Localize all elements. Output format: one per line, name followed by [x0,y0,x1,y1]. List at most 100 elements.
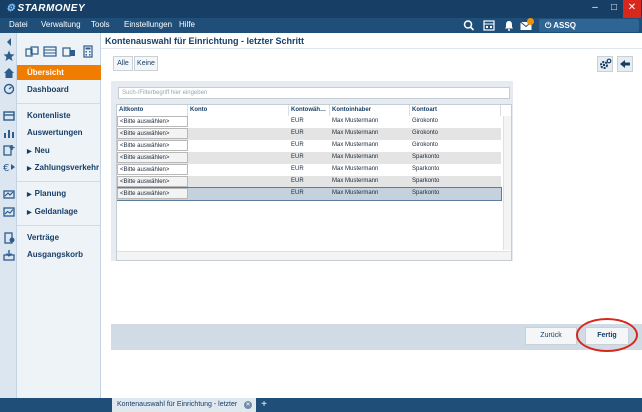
select-all-button[interactable]: Alle [113,56,133,71]
currency-cell: EUR [291,142,304,148]
nav-item-dashboard[interactable]: Dashboard [17,82,101,97]
currency-cell: EUR [291,178,304,184]
add-tab-button[interactable]: + [258,398,270,412]
star-icon[interactable] [3,50,15,62]
accounts-table: Altkonto Konto Kontowäh… Kontoinhaber Ko… [116,104,512,261]
account-type-cell: Sparkonto [412,190,440,196]
bell-icon[interactable] [502,19,516,32]
app-logo: ⚙ STARMONEY [6,3,86,14]
minimize-button[interactable]: – [586,0,604,18]
altkonto-select[interactable]: <Bitte auswählen> [117,188,188,199]
nav-item-zahlungsverkehr[interactable]: ▶ Zahlungsverkehr [17,160,101,175]
altkonto-select[interactable]: <Bitte auswählen> [117,152,188,163]
main-content: Kontenauswahl für Einrichtung - letzter … [101,33,642,398]
calculator-icon[interactable] [81,45,95,58]
navigation-panel: Übersicht Dashboard Kontenliste Auswertu… [17,33,101,398]
back-button[interactable]: Zurück [525,327,577,345]
select-none-button[interactable]: Keine [134,56,158,71]
account-type-cell: Girokonto [412,142,439,148]
nav-item-planung[interactable]: ▶ Planung [17,186,101,201]
search-input[interactable]: Such-/Filterbegriff hier eingeben [118,87,510,99]
outbox-icon[interactable] [3,249,15,261]
owner-cell: Max Mustermann [332,130,379,136]
account-list-icon[interactable] [3,110,15,122]
altkonto-select[interactable]: <Bitte auswählen> [117,176,188,187]
title-bar: ⚙ STARMONEY – □ ✕ [0,0,642,18]
home-icon[interactable] [3,67,15,79]
transfer-icon[interactable]: € [3,161,15,173]
konto-cell [189,164,289,176]
nav-divider [17,103,101,104]
bar-chart-icon[interactable] [3,127,15,139]
maximize-button[interactable]: □ [605,0,623,18]
table-row[interactable]: <Bitte auswählen> EUR Max Mustermann Spa… [117,176,501,188]
nav-item-vertraege[interactable]: Verträge [17,230,101,245]
table-row[interactable]: <Bitte auswählen> EUR Max Mustermann Gir… [117,128,501,140]
back-arrow-button[interactable] [617,56,633,72]
collapse-arrow-icon[interactable] [3,36,15,48]
user-menu[interactable]: ⏻ ASSQ [539,19,639,32]
close-window-button[interactable]: ✕ [623,0,641,18]
nav-item-neu[interactable]: ▶ Neu [17,143,101,158]
nav-item-ausgangskorb[interactable]: Ausgangskorb [17,247,101,262]
horizontal-scrollbar[interactable] [117,251,511,260]
account-type-cell: Sparkonto [412,154,440,160]
table-row[interactable]: <Bitte auswählen> EUR Max Mustermann Spa… [117,164,501,176]
table-row[interactable]: <Bitte auswählen> EUR Max Mustermann Gir… [117,140,501,152]
title-divider [101,48,642,49]
notification-badge [527,18,534,25]
altkonto-select[interactable]: <Bitte auswählen> [117,140,188,151]
nav-item-kontenliste[interactable]: Kontenliste [17,108,101,123]
planning-icon[interactable] [3,188,15,200]
column-header-kontoart[interactable]: Kontoart [410,105,501,116]
new-item-icon[interactable] [3,144,15,156]
currency-cell: EUR [291,166,304,172]
svg-text:€: € [3,163,9,173]
calendar-icon[interactable] [482,19,496,32]
konto-cell [189,140,289,152]
nav-item-auswertungen[interactable]: Auswertungen [17,125,101,140]
table-row[interactable]: <Bitte auswählen> EUR Max Mustermann Gir… [117,116,501,128]
list-tool-icon[interactable] [43,45,57,58]
owner-cell: Max Mustermann [332,118,379,124]
table-row[interactable]: <Bitte auswählen> EUR Max Mustermann Spa… [117,152,501,164]
konto-cell [189,116,289,128]
nav-item-uebersicht[interactable]: Übersicht [17,65,101,80]
table-row-selected[interactable]: <Bitte auswählen> EUR Max Mustermann Spa… [117,187,502,201]
currency-cell: EUR [291,154,304,160]
settings-button[interactable] [597,56,613,72]
owner-cell: Max Mustermann [332,178,379,184]
menu-datei[interactable]: Datei [9,20,28,29]
menu-verwaltung[interactable]: Verwaltung [41,20,81,29]
altkonto-select[interactable]: <Bitte auswählen> [117,116,188,127]
column-header-waehrung[interactable]: Kontowäh… [289,105,330,116]
search-icon[interactable] [462,19,476,32]
transfer-tool-icon[interactable] [62,45,76,58]
investment-icon[interactable] [3,206,15,218]
konto-cell [189,152,289,164]
account-type-cell: Girokonto [412,118,439,124]
column-header-altkonto[interactable]: Altkonto [117,105,188,116]
accounts-tool-icon[interactable] [25,45,39,58]
altkonto-select[interactable]: <Bitte auswählen> [117,164,188,175]
power-icon: ⏻ [545,21,552,30]
altkonto-select[interactable]: <Bitte auswählen> [117,128,188,139]
document-tab-bar: Kontenauswahl für Einrichtung - letzter … [0,398,642,412]
menu-bar: Datei Verwaltung Tools Einstellungen Hil… [0,18,642,33]
owner-cell: Max Mustermann [332,154,379,160]
column-header-kontoinhaber[interactable]: Kontoinhaber [330,105,410,116]
contracts-icon[interactable] [3,232,15,244]
close-tab-icon[interactable]: ✕ [244,401,252,409]
nav-item-geldanlage[interactable]: ▶ Geldanlage [17,204,101,219]
account-type-cell: Sparkonto [412,166,440,172]
nav-divider [17,225,101,226]
currency-cell: EUR [291,190,304,196]
currency-cell: EUR [291,130,304,136]
menu-einstellungen[interactable]: Einstellungen [124,20,172,29]
dashboard-icon[interactable] [3,83,15,95]
document-tab[interactable]: Kontenauswahl für Einrichtung - letzter … [112,398,256,412]
column-header-konto[interactable]: Konto [188,105,289,116]
menu-tools[interactable]: Tools [91,20,110,29]
vertical-scrollbar[interactable] [503,116,511,250]
menu-hilfe[interactable]: Hilfe [179,20,195,29]
